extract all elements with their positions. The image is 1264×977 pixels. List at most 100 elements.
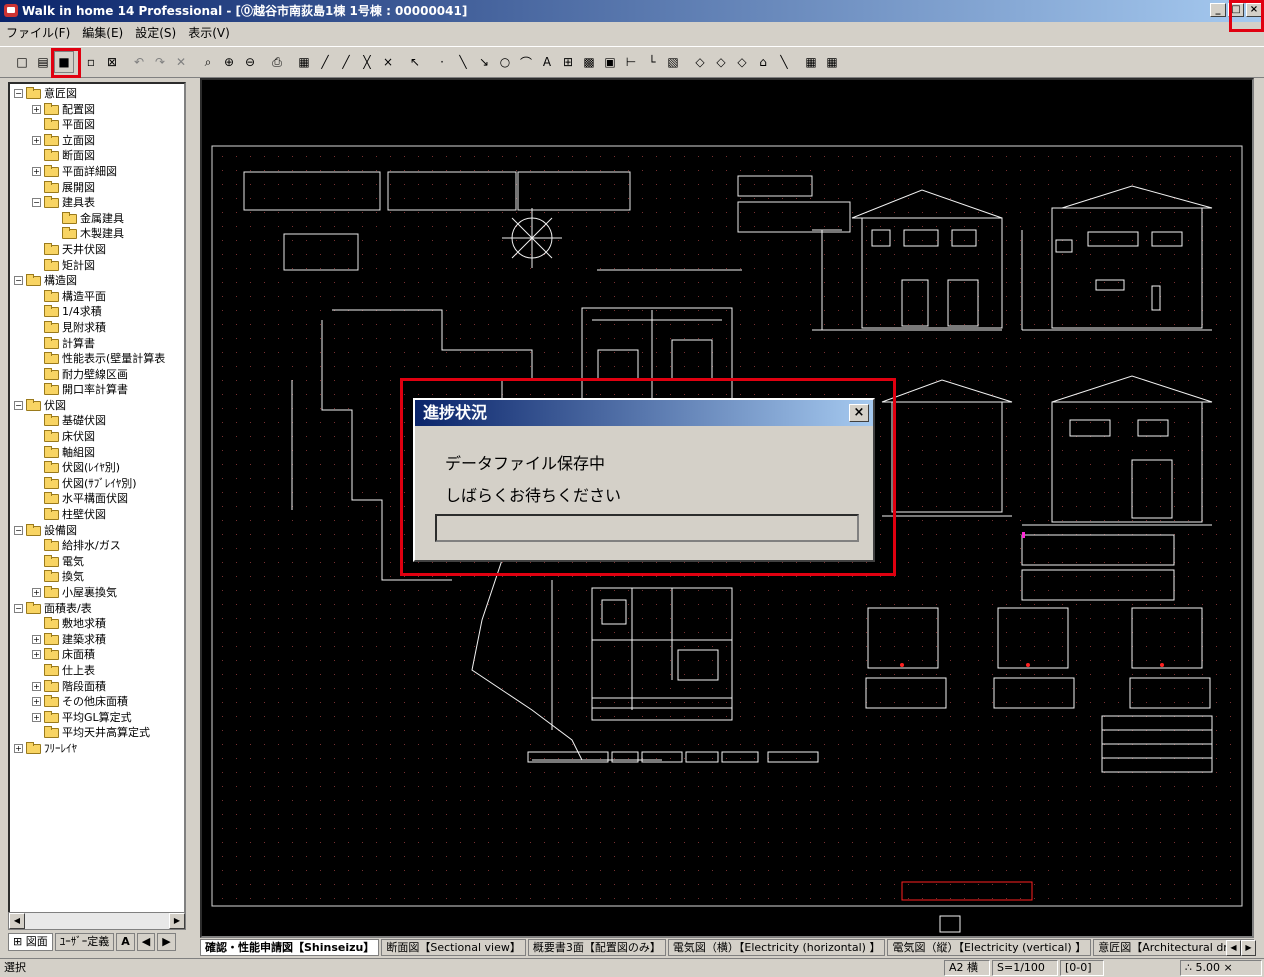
tree-item[interactable]: 1/4求積 bbox=[10, 304, 184, 320]
sheet-next-icon[interactable]: ▶ bbox=[1241, 940, 1256, 956]
tab-text[interactable]: A bbox=[116, 933, 135, 951]
select-arrow-icon[interactable]: ↖ bbox=[405, 51, 425, 73]
tree-item[interactable]: 給排水/ガス bbox=[10, 538, 184, 554]
tree-item[interactable]: − 意匠図 bbox=[10, 86, 184, 102]
tree-item[interactable]: 伏図(ﾚｲﾔ別) bbox=[10, 460, 184, 476]
dot-icon[interactable]: · bbox=[432, 51, 452, 73]
tree-item[interactable]: 木製建具 bbox=[10, 226, 184, 242]
tree-item[interactable]: 性能表示(壁量計算表 bbox=[10, 351, 184, 367]
tree-item[interactable]: 断面図 bbox=[10, 148, 184, 164]
tree-item[interactable]: 矩計図 bbox=[10, 258, 184, 274]
tree-item[interactable]: 構造平面 bbox=[10, 289, 184, 305]
sheet-tab[interactable]: 断面図【Sectional view】 bbox=[381, 938, 526, 956]
tree-item[interactable]: + その他床面積 bbox=[10, 694, 184, 710]
tab-scroll-left-icon[interactable]: ◀ bbox=[136, 933, 156, 951]
arrow-line-icon[interactable]: ↘ bbox=[474, 51, 494, 73]
delete-sheet-icon[interactable]: ⊠ bbox=[102, 51, 122, 73]
collapse-icon[interactable]: − bbox=[14, 276, 23, 286]
tree-item[interactable]: − 建具表 bbox=[10, 195, 184, 211]
tree-item[interactable]: 展開図 bbox=[10, 180, 184, 196]
zoom-icon[interactable]: ⌕ bbox=[198, 51, 218, 73]
tree-item[interactable]: 開口率計算書 bbox=[10, 382, 184, 398]
arc-icon[interactable]: ⌒ bbox=[516, 51, 536, 73]
tree-item[interactable]: + 平面詳細図 bbox=[10, 164, 184, 180]
fill-icon[interactable]: ▧ bbox=[663, 51, 683, 73]
tree-horizontal-scrollbar[interactable]: ◀ ▶ bbox=[8, 912, 186, 930]
print-icon[interactable]: ⎙ bbox=[267, 51, 287, 73]
tree-item[interactable]: 柱壁伏図 bbox=[10, 507, 184, 523]
expand-icon[interactable]: + bbox=[32, 712, 41, 722]
zoom-in-icon[interactable]: ⊕ bbox=[219, 51, 239, 73]
tree-item[interactable]: 金属建具 bbox=[10, 211, 184, 227]
image-icon[interactable]: ▣ bbox=[600, 51, 620, 73]
expand-icon[interactable]: + bbox=[32, 697, 41, 707]
zoom-out-icon[interactable]: ⊖ bbox=[240, 51, 260, 73]
grid1-icon[interactable]: ▦ bbox=[801, 51, 821, 73]
tree-item[interactable]: 基礎伏図 bbox=[10, 413, 184, 429]
collapse-icon[interactable]: − bbox=[32, 198, 41, 208]
sheet-tab[interactable]: 電気図（横）【Electricity (horizontal) 】 bbox=[667, 938, 886, 956]
collapse-icon[interactable]: − bbox=[14, 400, 23, 410]
tree-item[interactable]: 軸組図 bbox=[10, 445, 184, 461]
expand-icon[interactable]: + bbox=[32, 166, 41, 176]
grid2-icon[interactable]: ▦ bbox=[822, 51, 842, 73]
table-icon[interactable]: ⊞ bbox=[558, 51, 578, 73]
tab-drawing[interactable]: ⊞ 図面 bbox=[8, 933, 53, 951]
open-folder-icon[interactable]: ▤ bbox=[33, 51, 53, 73]
sheet-prev-icon[interactable]: ◀ bbox=[1226, 940, 1241, 956]
tree-item[interactable]: 計算書 bbox=[10, 336, 184, 352]
tree-item[interactable]: − 面積表/表 bbox=[10, 601, 184, 617]
expand-icon[interactable]: + bbox=[32, 135, 41, 145]
tree-item[interactable]: + 階段面積 bbox=[10, 679, 184, 695]
text-icon[interactable]: A bbox=[537, 51, 557, 73]
expand-icon[interactable]: + bbox=[32, 634, 41, 644]
tab-scroll-right-icon[interactable]: ▶ bbox=[157, 933, 176, 951]
symbol-icon[interactable]: ▩ bbox=[579, 51, 599, 73]
collapse-icon[interactable]: − bbox=[14, 603, 23, 613]
leader-icon[interactable]: └ bbox=[642, 51, 662, 73]
tree-item[interactable]: 平面図 bbox=[10, 117, 184, 133]
line2-icon[interactable]: ╱ bbox=[336, 51, 356, 73]
diagonal-line-icon[interactable]: ╲ bbox=[453, 51, 473, 73]
tree-item[interactable]: + 配置図 bbox=[10, 102, 184, 118]
dimension-icon[interactable]: ⊢ bbox=[621, 51, 641, 73]
new-sheet-icon[interactable]: ▫ bbox=[81, 51, 101, 73]
tree-item[interactable]: + 小屋裏換気 bbox=[10, 585, 184, 601]
new-document-icon[interactable]: □ bbox=[12, 51, 32, 73]
tree-item[interactable]: − 構造図 bbox=[10, 273, 184, 289]
expand-icon[interactable]: + bbox=[32, 104, 41, 114]
collapse-icon[interactable]: − bbox=[14, 89, 23, 98]
shape2-icon[interactable]: ◇ bbox=[711, 51, 731, 73]
tree-item[interactable]: + 平均GL算定式 bbox=[10, 710, 184, 726]
tree-item[interactable]: 電気 bbox=[10, 554, 184, 570]
shape3-icon[interactable]: ◇ bbox=[732, 51, 752, 73]
tree-item[interactable]: 敷地求積 bbox=[10, 616, 184, 632]
point-icon[interactable]: × bbox=[378, 51, 398, 73]
tree-item[interactable]: + ﾌﾘｰﾚｲﾔ bbox=[10, 741, 184, 757]
redo-icon[interactable]: ↷ bbox=[150, 51, 170, 73]
sheet-tab[interactable]: 確認・性能申請図【Shinseizu】 bbox=[200, 938, 380, 956]
hatch-icon[interactable]: ▦ bbox=[294, 51, 314, 73]
tree-item[interactable]: 平均天井高算定式 bbox=[10, 725, 184, 741]
sheet-tab[interactable]: 概要書3面【配置図のみ】 bbox=[527, 938, 666, 956]
tree-item[interactable]: 換気 bbox=[10, 569, 184, 585]
shape1-icon[interactable]: ◇ bbox=[690, 51, 710, 73]
menu-file[interactable]: ファイル(F) bbox=[6, 24, 70, 41]
sheet-tab[interactable]: 電気図（縦）【Electricity (vertical) 】 bbox=[887, 938, 1092, 956]
expand-icon[interactable]: + bbox=[32, 588, 41, 597]
tree-item[interactable]: 天井伏図 bbox=[10, 242, 184, 258]
tree-item[interactable]: 床伏図 bbox=[10, 429, 184, 445]
tree-item[interactable]: 仕上表 bbox=[10, 663, 184, 679]
line-icon[interactable]: ╱ bbox=[315, 51, 335, 73]
minimize-button[interactable]: _ bbox=[1210, 3, 1226, 17]
expand-icon[interactable]: + bbox=[32, 650, 41, 660]
tree-item[interactable]: + 立面図 bbox=[10, 133, 184, 149]
cancel-icon[interactable]: ✕ bbox=[171, 51, 191, 73]
menu-view[interactable]: 表示(V) bbox=[188, 24, 230, 41]
tree-item[interactable]: 水平構面伏図 bbox=[10, 491, 184, 507]
tree-item[interactable]: + 床面積 bbox=[10, 647, 184, 663]
menu-settings[interactable]: 設定(S) bbox=[135, 24, 176, 41]
tree-item[interactable]: − 伏図 bbox=[10, 398, 184, 414]
circle-icon[interactable]: ○ bbox=[495, 51, 515, 73]
expand-icon[interactable]: + bbox=[32, 681, 41, 691]
